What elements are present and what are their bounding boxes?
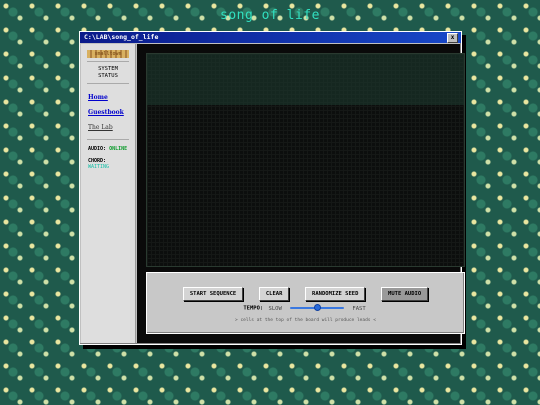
button-row: START SEQUENCE CLEAR RANDOMIZE SEED MUTE…: [147, 280, 464, 301]
tempo-slider[interactable]: [290, 304, 345, 311]
page-title: song of life: [220, 8, 320, 23]
audio-value: ONLINE: [109, 146, 128, 152]
nav-link-guestbook[interactable]: Guestbook: [88, 109, 135, 116]
site-logo: smalltown: [87, 50, 129, 58]
system-status-heading: SYSTEM STATUS: [81, 66, 135, 80]
sidebar-nav: Home Guestbook The Lab: [81, 94, 135, 131]
clear-button[interactable]: CLEAR: [258, 287, 290, 301]
lead-zone: [147, 54, 464, 105]
status-heading-line1: SYSTEM: [98, 66, 118, 72]
nav-link-the-lab[interactable]: The Lab: [88, 124, 135, 131]
tempo-slider-thumb[interactable]: [313, 304, 321, 311]
controls-panel: START SEQUENCE CLEAR RANDOMIZE SEED MUTE…: [146, 272, 465, 334]
tempo-slow-label: SLOW: [268, 305, 282, 312]
nav-link-home[interactable]: Home: [88, 94, 135, 101]
start-sequence-button[interactable]: START SEQUENCE: [182, 287, 244, 301]
audio-status: AUDIO: ONLINE: [88, 146, 135, 152]
divider: [87, 83, 129, 84]
tempo-fast-label: FAST: [352, 305, 366, 312]
divider: [87, 61, 129, 62]
window-title: C:\LAB\song_of_life: [84, 33, 159, 41]
tempo-row: TEMPO: SLOW FAST: [147, 304, 464, 312]
close-button[interactable]: x: [447, 33, 458, 43]
mute-audio-button[interactable]: MUTE AUDIO: [381, 287, 429, 301]
randomize-seed-button[interactable]: RANDOMIZE SEED: [305, 287, 366, 301]
audio-label: AUDIO:: [88, 146, 107, 152]
divider: [87, 139, 129, 140]
window-titlebar[interactable]: C:\LAB\song_of_life x: [80, 32, 461, 43]
main-panel: START SEQUENCE CLEAR RANDOMIZE SEED MUTE…: [137, 44, 465, 343]
sidebar: smalltown SYSTEM STATUS Home Guestbook T…: [81, 44, 136, 343]
app-window: C:\LAB\song_of_life x smalltown SYSTEM S…: [79, 31, 465, 345]
hint-text: > cells at the top of the board will pro…: [235, 318, 376, 323]
tempo-label: TEMPO:: [243, 305, 264, 312]
chord-status: CHORD: WAITING: [88, 158, 135, 170]
chord-value: WAITING: [88, 164, 110, 170]
cell-grid-board[interactable]: [146, 53, 465, 267]
status-heading-line2: STATUS: [98, 73, 118, 79]
